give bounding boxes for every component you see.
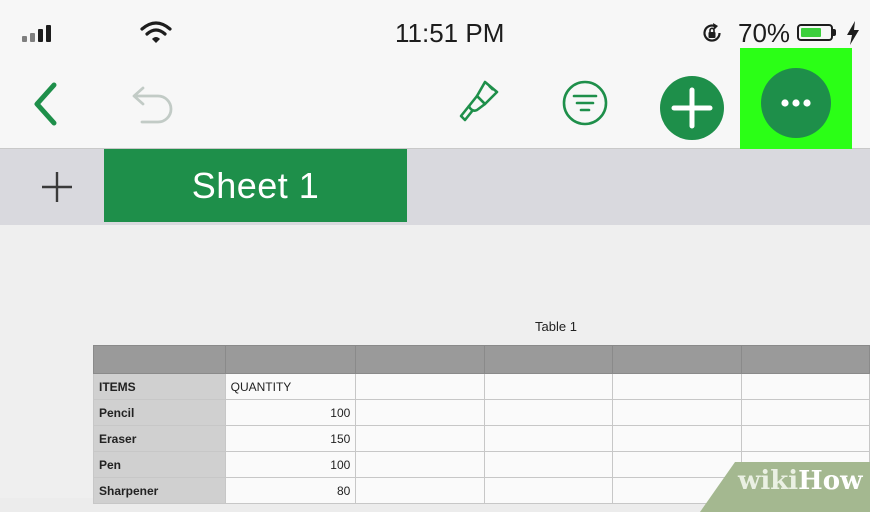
table-cell[interactable] bbox=[612, 451, 742, 478]
table-cell[interactable] bbox=[740, 399, 870, 426]
battery-icon bbox=[797, 24, 833, 41]
sheet-tab-label: Sheet 1 bbox=[191, 164, 320, 206]
table-cell[interactable] bbox=[483, 451, 614, 478]
more-options-button[interactable] bbox=[761, 68, 831, 138]
table-cell[interactable] bbox=[740, 425, 870, 452]
table-cell[interactable] bbox=[740, 373, 870, 400]
table-cell[interactable] bbox=[612, 425, 742, 452]
quantity-cell[interactable]: 150 bbox=[224, 425, 357, 452]
plus-icon bbox=[671, 87, 713, 129]
item-cell[interactable]: Pencil bbox=[93, 399, 226, 426]
table-row: Eraser 150 bbox=[93, 425, 870, 452]
table-cell[interactable] bbox=[355, 451, 485, 478]
table-cell[interactable] bbox=[483, 399, 614, 426]
table-row: ITEMS QUANTITY bbox=[93, 373, 870, 400]
item-cell[interactable]: Eraser bbox=[93, 425, 226, 452]
table-cell[interactable] bbox=[355, 399, 485, 426]
add-object-button[interactable] bbox=[660, 76, 724, 140]
header-cell[interactable] bbox=[224, 345, 357, 374]
column-header-quantity[interactable]: QUANTITY bbox=[224, 373, 357, 400]
table-cell[interactable] bbox=[355, 477, 485, 504]
back-chevron-icon bbox=[34, 82, 57, 126]
status-time: 11:51 PM bbox=[395, 18, 505, 48]
format-brush-button[interactable] bbox=[455, 78, 501, 129]
table-cell[interactable] bbox=[355, 373, 485, 400]
plus-icon bbox=[42, 172, 72, 202]
column-header-items[interactable]: ITEMS bbox=[93, 373, 226, 400]
table-cell[interactable] bbox=[483, 477, 614, 504]
battery-level-fill bbox=[801, 28, 821, 37]
undo-icon bbox=[132, 86, 173, 124]
wifi-icon bbox=[140, 20, 172, 49]
header-cell[interactable] bbox=[740, 345, 870, 374]
header-cell[interactable] bbox=[612, 345, 742, 374]
paintbrush-icon bbox=[459, 80, 499, 122]
quantity-cell[interactable]: 80 bbox=[224, 477, 357, 504]
undo-button[interactable] bbox=[128, 84, 176, 133]
table-cell[interactable] bbox=[355, 425, 485, 452]
watermark-logo: wikiHow bbox=[738, 466, 862, 496]
table-cell[interactable] bbox=[483, 373, 614, 400]
back-button[interactable] bbox=[32, 82, 60, 131]
battery-nub bbox=[833, 29, 836, 36]
quantity-cell[interactable]: 100 bbox=[224, 399, 357, 426]
table-header-row bbox=[93, 345, 870, 374]
header-cell[interactable] bbox=[483, 345, 614, 374]
header-cell[interactable] bbox=[355, 345, 485, 374]
table-row: Pencil 100 bbox=[93, 399, 870, 426]
watermark-part2: How bbox=[798, 466, 863, 496]
tab-sheet-1[interactable]: Sheet 1 bbox=[104, 149, 407, 222]
cellular-signal-icon bbox=[22, 24, 54, 42]
more-ellipsis-icon bbox=[781, 99, 811, 107]
format-options-button[interactable] bbox=[561, 79, 609, 132]
table-title[interactable]: Table 1 bbox=[535, 319, 577, 334]
item-cell[interactable]: Pen bbox=[93, 451, 226, 478]
table-cell[interactable] bbox=[612, 373, 742, 400]
add-sheet-button[interactable] bbox=[40, 170, 74, 209]
item-cell[interactable]: Sharpener bbox=[93, 477, 226, 504]
charging-bolt-icon bbox=[846, 20, 860, 51]
quantity-cell[interactable]: 100 bbox=[224, 451, 357, 478]
table-cell[interactable] bbox=[483, 425, 614, 452]
battery-percent: 70% bbox=[738, 18, 791, 48]
rotation-lock-icon bbox=[700, 21, 724, 50]
format-list-icon bbox=[562, 80, 608, 126]
header-cell[interactable] bbox=[93, 345, 226, 374]
table-cell[interactable] bbox=[612, 399, 742, 426]
watermark-part1: wiki bbox=[738, 466, 799, 496]
